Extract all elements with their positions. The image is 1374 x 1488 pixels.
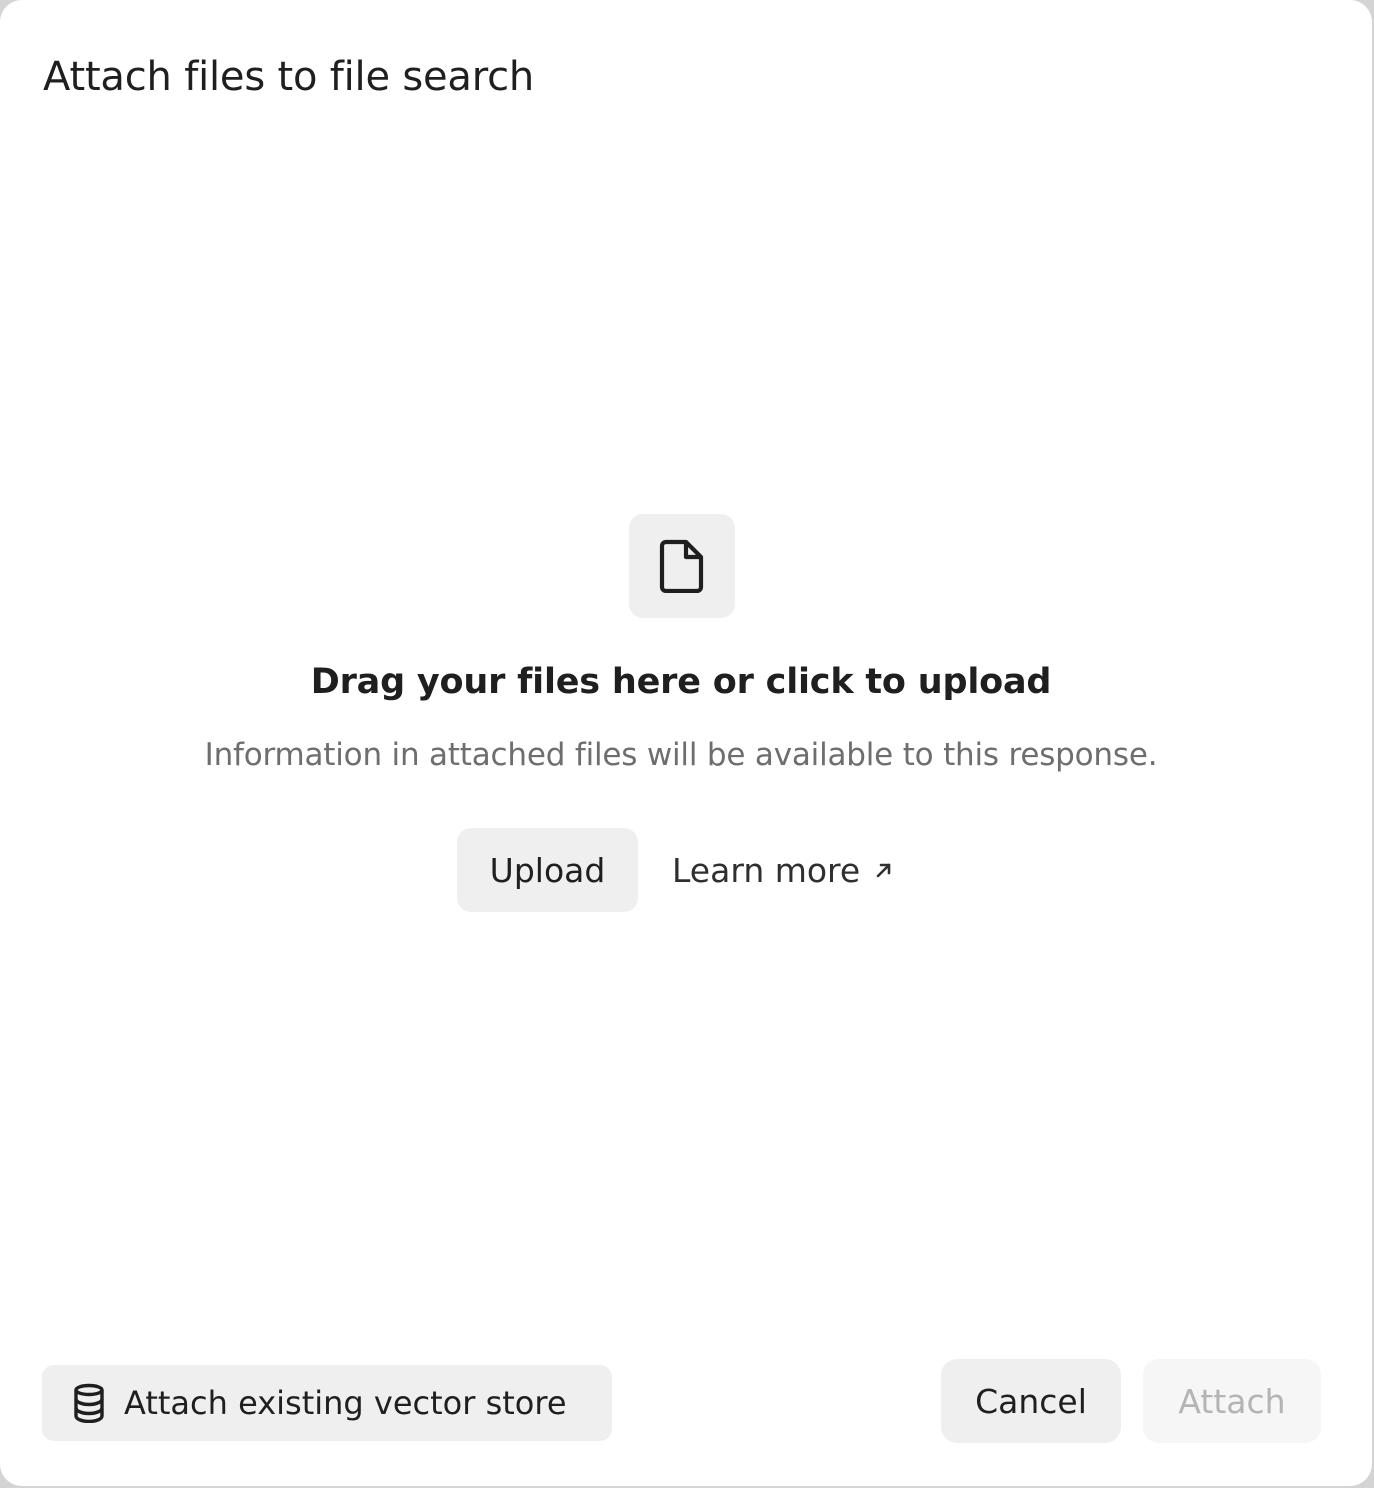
learn-more-link[interactable]: Learn more <box>672 846 894 894</box>
dropzone-subtext: Information in attached files will be av… <box>204 737 1158 773</box>
file-icon-container <box>629 514 735 618</box>
file-dropzone[interactable]: Drag your files here or click to upload … <box>0 500 1372 940</box>
vector-store-label: Attach existing vector store <box>124 1384 567 1422</box>
external-arrow-icon <box>874 860 894 880</box>
dropzone-headline: Drag your files here or click to upload <box>310 662 1052 702</box>
attach-button[interactable]: Attach <box>1143 1359 1321 1443</box>
database-icon <box>72 1383 106 1423</box>
dialog-title: Attach files to file search <box>43 54 535 100</box>
learn-more-label: Learn more <box>672 850 861 890</box>
attach-files-dialog: Attach files to file search Drag your fi… <box>0 0 1372 1486</box>
attach-vector-store-button[interactable]: Attach existing vector store <box>42 1365 612 1441</box>
upload-button[interactable]: Upload <box>457 828 638 912</box>
file-icon <box>659 539 704 593</box>
cancel-button[interactable]: Cancel <box>941 1359 1121 1443</box>
